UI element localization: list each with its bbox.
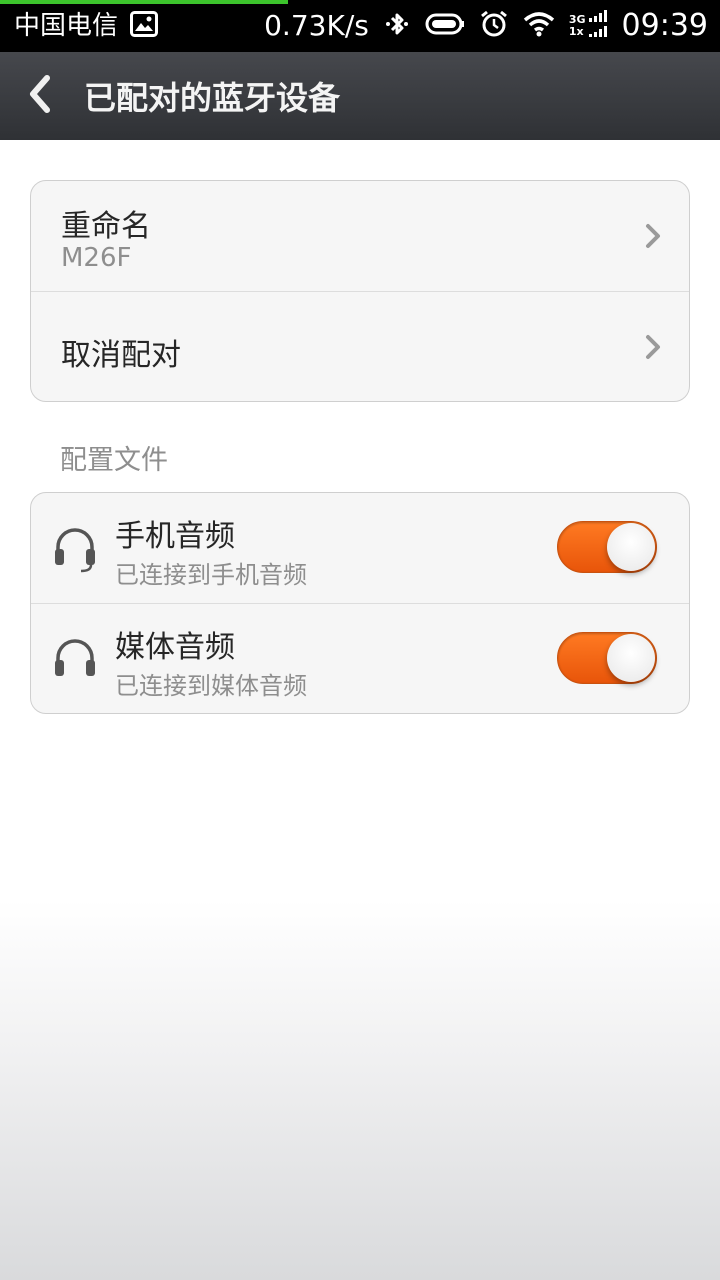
profile-title: 手机音频 (115, 519, 235, 554)
network-type-bottom: 1x (568, 25, 584, 38)
profiles-section-label: 配置文件 (60, 445, 168, 476)
profiles-card: 手机音频 已连接到手机音频 媒体音频 已连接到媒体音频 (30, 492, 690, 714)
rename-label: 重命名 (61, 209, 151, 244)
toggle-knob (607, 634, 655, 682)
device-name: M26F (61, 243, 132, 273)
status-bar-left: 中国电信 (14, 9, 159, 43)
status-bar: 中国电信 0.73K/s 3G 1x 09:39 (0, 0, 720, 52)
unpair-label: 取消配对 (61, 338, 181, 373)
network-type: 3G 1x (569, 14, 586, 38)
headphones-icon (53, 636, 97, 688)
battery-icon (425, 12, 465, 40)
bluetooth-icon (383, 10, 411, 42)
profile-row-media-audio[interactable]: 媒体音频 已连接到媒体音频 (31, 603, 689, 713)
chevron-right-icon (645, 223, 661, 253)
carrier-name: 中国电信 (14, 11, 119, 41)
clock: 09:39 (621, 8, 708, 43)
unpair-row[interactable]: 取消配对 (31, 291, 689, 401)
signal-icon (588, 10, 608, 42)
image-icon (130, 11, 159, 41)
headset-mic-icon (53, 525, 97, 577)
phone-audio-toggle[interactable] (557, 521, 657, 573)
status-bar-right: 0.73K/s 3G 1x 09:39 (264, 9, 708, 43)
page-load-progress (0, 0, 288, 4)
device-options-card: 重命名 M26F 取消配对 (30, 180, 690, 402)
chevron-right-icon (645, 334, 661, 364)
media-audio-toggle[interactable] (557, 632, 657, 684)
rename-row[interactable]: 重命名 M26F (31, 181, 689, 291)
chevron-left-icon (27, 74, 53, 118)
profile-row-phone-audio[interactable]: 手机音频 已连接到手机音频 (31, 493, 689, 603)
toggle-knob (607, 523, 655, 571)
back-button[interactable] (0, 52, 80, 140)
profile-status: 已连接到手机音频 (115, 561, 307, 589)
action-bar: 已配对的蓝牙设备 (0, 52, 720, 140)
alarm-icon (479, 9, 509, 43)
wifi-icon (523, 11, 555, 41)
page-title: 已配对的蓝牙设备 (84, 79, 341, 117)
profile-title: 媒体音频 (115, 630, 235, 665)
network-speed: 0.73K/s (264, 9, 369, 42)
profile-status: 已连接到媒体音频 (115, 672, 307, 700)
